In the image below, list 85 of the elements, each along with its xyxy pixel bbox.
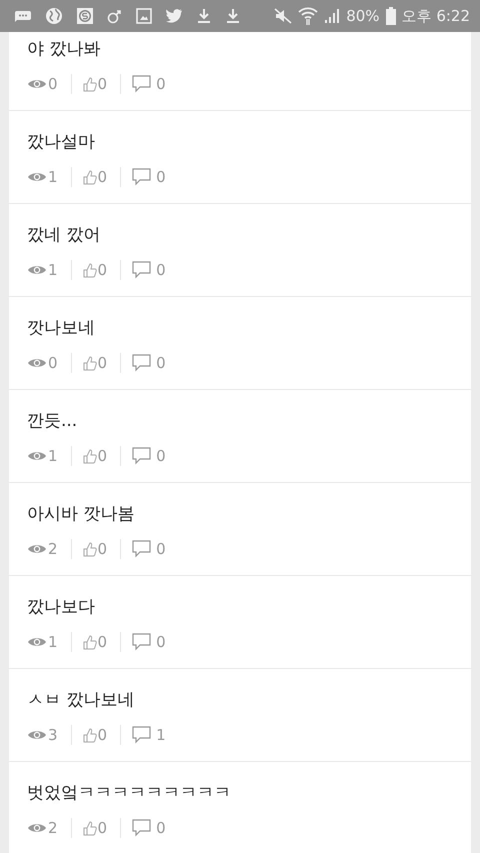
comment-count: 0 (156, 75, 166, 93)
post-item[interactable]: 깠네 깠어 1 0 0 (9, 204, 471, 297)
post-title: 야 깠나봐 (27, 38, 102, 60)
view-count: 2 (48, 540, 58, 558)
comment-count: 0 (156, 819, 166, 837)
post-item[interactable]: 깐듯... 1 0 0 (9, 390, 471, 483)
male-symbol-icon (107, 7, 123, 25)
post-title: ㅅㅂ 깠나보네 (27, 689, 136, 711)
comment-icon (132, 633, 152, 651)
comment-count: 0 (156, 261, 166, 279)
view-count: 0 (48, 75, 58, 93)
comment-icon (132, 75, 152, 93)
download-icon (225, 8, 241, 24)
eye-icon (27, 171, 47, 183)
eye-icon (27, 78, 47, 90)
like-count: 0 (98, 540, 108, 558)
thumbs-up-icon (82, 820, 97, 836)
comment-icon (132, 168, 152, 186)
view-count: 1 (48, 168, 58, 186)
thumbs-up-icon (82, 448, 97, 464)
comment-count: 0 (156, 354, 166, 372)
comment-icon (132, 354, 152, 372)
eye-icon (27, 450, 47, 462)
post-title: 깠네 깠어 (27, 224, 102, 246)
like-count: 0 (98, 75, 108, 93)
comment-count: 1 (156, 726, 166, 744)
post-item[interactable]: 야 깠나봐 0 0 0 (9, 32, 471, 111)
like-count: 0 (98, 633, 108, 651)
eye-icon (27, 822, 47, 834)
signal-icon (324, 8, 340, 24)
post-item[interactable]: 아시바 깟나봄 2 0 0 (9, 483, 471, 576)
post-item[interactable]: ㅅㅂ 깠나보네 3 0 1 (9, 669, 471, 762)
post-item[interactable]: 벗었엌ㅋㅋㅋㅋㅋㅋㅋㅋㅋ 2 0 0 (9, 762, 471, 853)
post-item[interactable]: 깠나보다 1 0 0 (9, 576, 471, 669)
like-count: 0 (98, 819, 108, 837)
eye-icon (27, 264, 47, 276)
wifi-icon (298, 7, 318, 25)
post-item[interactable]: 깠나설마 1 0 0 (9, 111, 471, 204)
thumbs-up-icon (82, 76, 97, 92)
thumbs-up-icon (82, 169, 97, 185)
chat-icon (14, 9, 32, 23)
eye-icon (27, 357, 47, 369)
thumbs-up-icon (82, 727, 97, 743)
post-item[interactable]: 깟나보네 0 0 0 (9, 297, 471, 390)
comment-count: 0 (156, 447, 166, 465)
eye-icon (27, 729, 47, 741)
bird-icon (165, 8, 183, 24)
battery-percent: 80% (346, 7, 380, 25)
like-count: 0 (98, 447, 108, 465)
post-title: 깠나보다 (27, 596, 96, 618)
thumbs-up-icon (82, 541, 97, 557)
download-icon (196, 8, 212, 24)
view-count: 2 (48, 819, 58, 837)
post-title: 깐듯... (27, 410, 78, 432)
like-count: 0 (98, 354, 108, 372)
comment-icon (132, 447, 152, 465)
post-title: 벗었엌ㅋㅋㅋㅋㅋㅋㅋㅋㅋ (27, 782, 232, 804)
comment-icon (132, 726, 152, 744)
thumbs-up-icon (82, 634, 97, 650)
view-count: 1 (48, 447, 58, 465)
comment-count: 0 (156, 540, 166, 558)
mute-icon (274, 8, 292, 24)
post-title: 아시바 깟나봄 (27, 503, 136, 525)
battery-icon (386, 7, 396, 25)
comment-icon (132, 261, 152, 279)
view-count: 1 (48, 633, 58, 651)
comment-icon (132, 819, 152, 837)
like-count: 0 (98, 261, 108, 279)
image-icon (136, 8, 152, 24)
comment-count: 0 (156, 633, 166, 651)
view-count: 1 (48, 261, 58, 279)
post-title: 깟나보네 (27, 317, 96, 339)
view-count: 3 (48, 726, 58, 744)
like-count: 0 (98, 726, 108, 744)
thumbs-up-icon (82, 262, 97, 278)
comment-count: 0 (156, 168, 166, 186)
like-count: 0 (98, 168, 108, 186)
dollar-icon (76, 7, 94, 25)
eye-icon (27, 543, 47, 555)
clock: 오후 6:22 (402, 6, 470, 26)
comment-icon (132, 540, 152, 558)
eye-icon (27, 636, 47, 648)
thumbs-up-icon (82, 355, 97, 371)
view-count: 0 (48, 354, 58, 372)
post-title: 깠나설마 (27, 131, 96, 153)
